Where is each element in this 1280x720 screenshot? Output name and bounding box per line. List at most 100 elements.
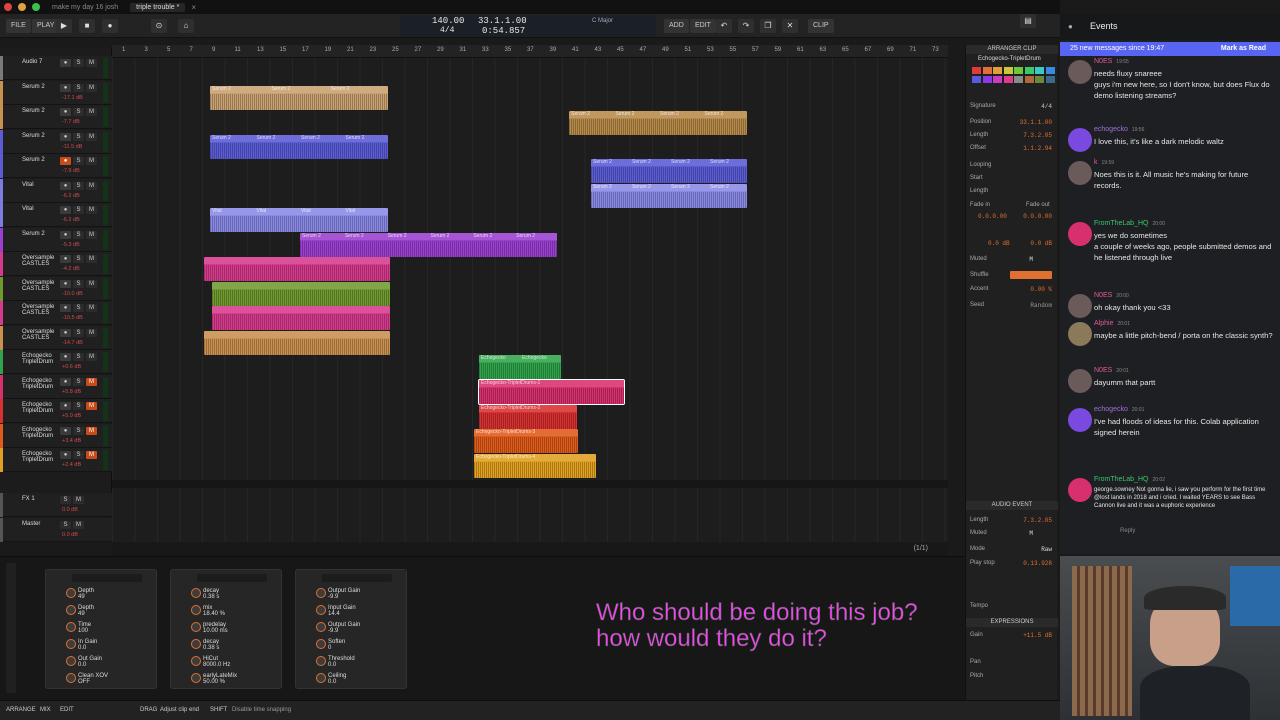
notification-icon[interactable]: ▤: [1020, 14, 1036, 28]
arranger-clip[interactable]: Serum 2 Serum 2 Serum 2 Serum 2: [569, 111, 747, 135]
add-button[interactable]: ADD: [664, 19, 689, 33]
solo-button[interactable]: S: [60, 521, 71, 529]
parameter-knob[interactable]: [316, 656, 326, 666]
track-volume[interactable]: -10.0 dB: [62, 291, 83, 297]
signature-val[interactable]: 4/4: [1041, 103, 1052, 110]
track-header[interactable]: Echogecko TripletDrum ● S M +3.4 dB: [0, 423, 112, 448]
record-arm-button[interactable]: ●: [60, 451, 71, 459]
track-name[interactable]: Vital: [22, 206, 58, 212]
solo-button[interactable]: S: [73, 377, 84, 386]
parameter-knob[interactable]: [66, 588, 76, 598]
file-button[interactable]: FILE: [6, 19, 31, 33]
track-header[interactable]: Oversample CASTLES ● S M -4.2 dB: [0, 252, 112, 276]
color-swatch[interactable]: [982, 76, 992, 83]
arranger-clip[interactable]: [212, 306, 390, 330]
fx-track-header[interactable]: FX 1 S M 0.0 dB: [0, 493, 112, 517]
track-volume[interactable]: -11.5 dB: [62, 144, 82, 150]
arranger-clip[interactable]: Echogecko Echogecko: [479, 355, 561, 379]
track-volume[interactable]: -7.7 dB: [62, 119, 80, 125]
delete-icon[interactable]: ✕: [782, 19, 798, 33]
track-name[interactable]: Serum 2: [22, 84, 58, 90]
color-swatch[interactable]: [972, 76, 981, 83]
track-header[interactable]: Echogecko TripletDrum ● S M +5.8 dB: [0, 374, 112, 399]
parameter-knob[interactable]: [191, 622, 201, 632]
username-text[interactable]: N0ES: [1094, 292, 1112, 299]
track-name[interactable]: Serum 2: [22, 231, 58, 237]
color-swatch[interactable]: [1035, 67, 1044, 74]
arranger-clip[interactable]: Serum 2 Serum 2 Serum 2 Serum 2: [591, 184, 747, 208]
record-arm-button[interactable]: ●: [60, 181, 71, 190]
mute-button[interactable]: M: [86, 181, 97, 190]
color-swatch[interactable]: [1003, 76, 1013, 83]
track-name[interactable]: Serum 2: [22, 108, 58, 114]
track-name[interactable]: Echogecko TripletDrum: [22, 427, 58, 439]
message-username[interactable]: k 19:59: [1094, 159, 1114, 166]
avatar[interactable]: [1068, 222, 1092, 246]
solo-button[interactable]: S: [73, 157, 84, 165]
parameter-knob[interactable]: [66, 656, 76, 666]
record-arm-button[interactable]: ●: [60, 59, 71, 67]
parameter-knob[interactable]: [316, 605, 326, 615]
track-header[interactable]: Oversample CASTLES ● S M -14.7 dB: [0, 325, 112, 350]
color-swatch[interactable]: [1045, 67, 1055, 74]
arranger-clip[interactable]: Echogecko-TripletDrums-3: [474, 429, 578, 453]
maximize-window-icon[interactable]: [32, 3, 40, 11]
message-username[interactable]: Alphie 20:01: [1094, 320, 1130, 327]
color-swatch[interactable]: [972, 67, 981, 74]
fade-gain-right[interactable]: 0.0 dB: [1030, 240, 1052, 247]
avatar[interactable]: [1068, 128, 1092, 152]
record-arm-button[interactable]: ●: [60, 377, 71, 386]
track-name[interactable]: Echogecko TripletDrum: [22, 402, 58, 414]
clip-button[interactable]: CLIP: [808, 19, 834, 33]
track-volume[interactable]: -5.3 dB: [62, 242, 80, 248]
track-header[interactable]: Serum 2 ● S M -7.7 dB: [0, 105, 112, 129]
track-name[interactable]: Serum 2: [22, 157, 58, 163]
username-text[interactable]: FromTheLab_HQ: [1094, 476, 1148, 483]
parameter-knob[interactable]: [316, 639, 326, 649]
username-text[interactable]: N0ES: [1094, 367, 1112, 374]
record-arm-button[interactable]: ●: [60, 157, 71, 165]
solo-button[interactable]: S: [73, 426, 84, 435]
avatar[interactable]: [1068, 294, 1092, 318]
undo-icon[interactable]: ↶: [716, 19, 732, 33]
solo-button[interactable]: S: [60, 496, 71, 504]
record-arm-button[interactable]: ●: [60, 230, 71, 239]
record-arm-button[interactable]: ●: [60, 304, 71, 312]
arranger-scrollbar[interactable]: (1/1): [112, 542, 948, 556]
mode-val[interactable]: Raw: [1041, 546, 1052, 553]
device-kclip[interactable]: Output Gain -9.9 Input Gain 14.4 Output Ga…: [295, 569, 407, 689]
record-arm-button[interactable]: ●: [60, 353, 71, 361]
parameter-knob[interactable]: [66, 622, 76, 632]
mute-button[interactable]: M: [73, 521, 84, 529]
mute-button[interactable]: M: [86, 328, 97, 337]
solo-button[interactable]: S: [73, 255, 84, 263]
mute-button[interactable]: M: [73, 496, 84, 504]
username-text[interactable]: k: [1094, 159, 1098, 166]
mute-button[interactable]: M: [86, 377, 97, 386]
record-arm-button[interactable]: ●: [60, 328, 71, 337]
message-username[interactable]: echogecko 19:56: [1094, 126, 1144, 133]
clip-name[interactable]: Echogecko-TripletDrum: [978, 56, 1041, 62]
track-volume[interactable]: -6.2 dB: [62, 217, 80, 223]
arranger-clip[interactable]: Echogecko-TripletDrums-1: [478, 379, 625, 405]
new-messages-banner[interactable]: 25 new messages since 19:47 Mark as Read: [1060, 42, 1280, 56]
mute-button[interactable]: M: [86, 230, 97, 239]
copy-icon[interactable]: ❐: [760, 19, 776, 33]
solo-button[interactable]: S: [73, 206, 84, 214]
track-header[interactable]: Oversample CASTLES ● S M -10.5 dB: [0, 301, 112, 325]
track-header[interactable]: Echogecko TripletDrum ● S M +0.6 dB: [0, 350, 112, 374]
color-swatch[interactable]: [1045, 76, 1055, 83]
stop-icon[interactable]: ■: [79, 19, 95, 33]
track-name[interactable]: Serum 2: [22, 133, 58, 139]
track-volume[interactable]: 0.0 dB: [62, 532, 78, 538]
solo-button[interactable]: S: [73, 59, 84, 67]
username-text[interactable]: FromTheLab_HQ: [1094, 220, 1148, 227]
track-header[interactable]: Audio 7 ● S M: [0, 56, 112, 80]
arranger-clip[interactable]: Serum 2 Serum 2 Serum 2 Serum 2 Serum 2 Serum…: [300, 233, 557, 257]
mute-button[interactable]: M: [86, 83, 97, 92]
reply-button[interactable]: Reply: [1120, 528, 1135, 534]
message-username[interactable]: FromTheLab_HQ 20:02: [1094, 476, 1165, 483]
color-swatch[interactable]: [982, 67, 992, 74]
track-header[interactable]: Vital ● S M -6.2 dB: [0, 178, 112, 203]
record-arm-button[interactable]: ●: [60, 255, 71, 263]
